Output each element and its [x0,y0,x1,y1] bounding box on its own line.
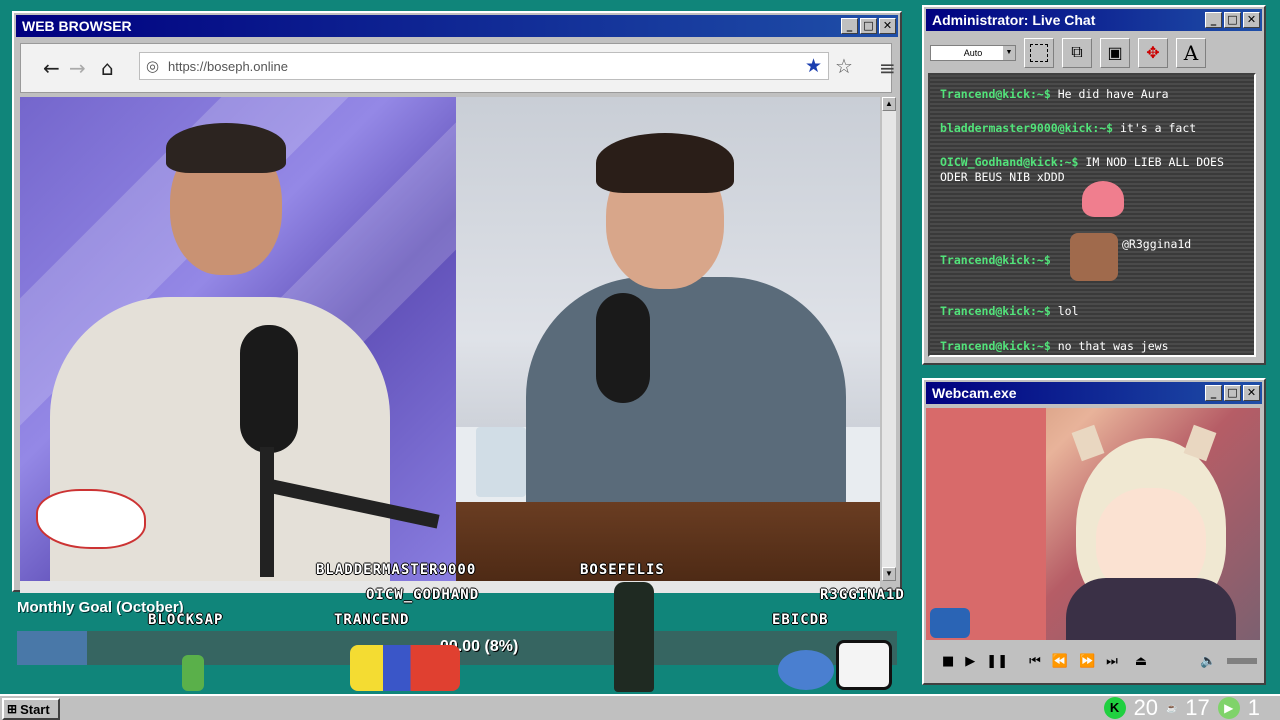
windows-logo-icon: ⊞ [7,702,18,716]
wooden-table [456,502,880,581]
person-left-hair [166,123,286,173]
system-tray: K 20 ☕ 17 ▶ 1 [1103,695,1260,720]
forward-arrow-icon[interactable]: → [69,56,86,80]
video-stream[interactable] [20,97,880,581]
taskbar: ⊞ Start K 20 ☕ 17 ▶ 1 [0,694,1280,720]
chat-message: OICW_Godhand@kick:~$ IM NOD LIEB ALL DOE… [940,155,1224,184]
fast-forward-icon[interactable]: ⏩ [1079,654,1095,669]
pause-icon[interactable]: ❚❚ [986,654,1008,669]
viewer-name: R3GGINA1D [820,587,905,603]
home-icon[interactable]: ⌂ [101,56,114,80]
play-icon[interactable]: ▶ [965,654,975,669]
viewer-name: BLADDERMASTER9000 [316,562,477,578]
minimize-button[interactable]: _ [1205,12,1222,28]
pink-blob-emote-icon [1082,181,1124,217]
back-arrow-icon[interactable]: ← [43,56,60,80]
viewer-name: OICW_GODHAND [366,587,480,603]
kick-icon[interactable]: K [1103,697,1126,719]
eject-icon[interactable]: ⏏ [1135,654,1147,669]
maximize-button[interactable]: □ [1224,385,1241,401]
volume-icon[interactable]: 🔈 [1200,654,1216,669]
viewer-name: TRANCEND [334,612,410,628]
rewind-icon[interactable]: ⏪ [1052,654,1068,669]
chat-message: Trancend@kick:~$ lol [940,304,1079,318]
vertical-scrollbar[interactable]: ▲ ▼ [882,97,896,581]
volume-slider[interactable] [1227,658,1258,664]
globe-icon: ◎ [146,58,160,75]
scroll-down-icon[interactable]: ▼ [882,567,896,581]
paste-icon[interactable]: ▣ [1100,38,1130,68]
bookmark-star-icon[interactable]: ★ [805,55,822,78]
browser-navbar: ← → ⌂ ◎ https://boseph.online ★ ☆ ≡ [20,43,896,93]
stop-icon[interactable]: ■ [942,654,954,669]
favorites-star-icon[interactable]: ☆ [835,54,853,79]
move-icon[interactable]: ✥ [1138,38,1168,68]
browser-window: WEB BROWSER _ □ ✕ ← → ⌂ ◎ https://boseph… [12,11,902,593]
ninja-sprite-icon [614,582,654,692]
right-camera-scene [456,97,880,581]
font-icon[interactable]: A [1176,38,1206,68]
chat-message: Trancend@kick:~$ no that was jews [940,339,1169,353]
chat-titlebar[interactable]: Administrator: Live Chat _ □ ✕ [926,9,1262,31]
person-right-jacket [526,277,846,527]
font-size-select[interactable]: Auto ▼ [930,45,1016,61]
browser-titlebar[interactable]: WEB BROWSER _ □ ✕ [16,15,898,37]
webcam-title: Webcam.exe [932,385,1017,401]
frog-sprite-icon [182,655,204,691]
tray-count: 1 [1247,695,1260,720]
play-circle-icon[interactable]: ▶ [1217,697,1240,719]
viewer-name: BLOCKSAP [148,612,224,628]
ghost-sprite-icon [836,640,892,690]
maximize-button[interactable]: □ [860,18,877,34]
menu-icon[interactable]: ≡ [879,56,896,80]
scroll-up-icon[interactable]: ▲ [882,97,896,111]
browser-title: WEB BROWSER [22,18,132,34]
start-button[interactable]: ⊞ Start [2,698,60,720]
address-bar[interactable]: ◎ https://boseph.online ★ [139,52,829,80]
skip-back-icon[interactable]: ⏮ [1029,654,1041,669]
person-right-hair [596,133,734,193]
live-chat-window: Administrator: Live Chat _ □ ✕ Auto ▼ ⧉ … [922,5,1266,365]
chat-log[interactable]: Trancend@kick:~$ He did have Aura bladde… [928,73,1256,357]
viewer-name: EBICDB [772,612,829,628]
cozy-icon: ☕ [1166,702,1178,713]
anime-avatar-view [926,408,1260,640]
close-button[interactable]: ✕ [1243,12,1260,28]
chat-message: Trancend@kick:~$ @R3ggina1d [940,237,1192,267]
copy-icon[interactable]: ⧉ [1062,38,1092,68]
chat-title: Administrator: Live Chat [932,12,1096,28]
blob-sprite-icon [778,650,834,690]
left-camera-scene [20,97,569,581]
goal-progress-fill [17,631,88,665]
webcam-titlebar[interactable]: Webcam.exe _ □ ✕ [926,382,1262,404]
skip-forward-icon[interactable]: ⏭ [1106,654,1118,669]
url-text: https://boseph.online [168,58,288,74]
character-group-sprite-icon [350,645,460,691]
close-button[interactable]: ✕ [1243,385,1260,401]
close-button[interactable]: ✕ [879,18,896,34]
webcam-window: Webcam.exe _ □ ✕ ■ ▶ ❚❚ ⏮ ⏪ ⏩ ⏭ ⏏ 🔈 [922,378,1266,685]
tray-count: 17 [1185,695,1210,720]
chat-message: bladdermaster9000@kick:~$ it's a fact [940,121,1197,135]
chat-message: Trancend@kick:~$ He did have Aura [940,87,1169,101]
maximize-button[interactable]: □ [1224,12,1241,28]
viewer-name: BOSEFELIS [580,562,665,578]
chevron-down-icon: ▼ [1003,46,1015,60]
select-area-icon[interactable] [1024,38,1054,68]
microphone-right [596,293,650,403]
avatar-body [1066,578,1236,640]
elephant-logo-icon [36,489,146,549]
tray-count: 20 [1133,695,1159,720]
chat-toolbar: Auto ▼ ⧉ ▣ ✥ A [928,35,1260,71]
minimize-button[interactable]: _ [1205,385,1222,401]
microphone-left [240,325,298,453]
minimize-button[interactable]: _ [841,18,858,34]
media-controls: ■ ▶ ❚❚ ⏮ ⏪ ⏩ ⏭ ⏏ 🔈 [928,646,1258,676]
